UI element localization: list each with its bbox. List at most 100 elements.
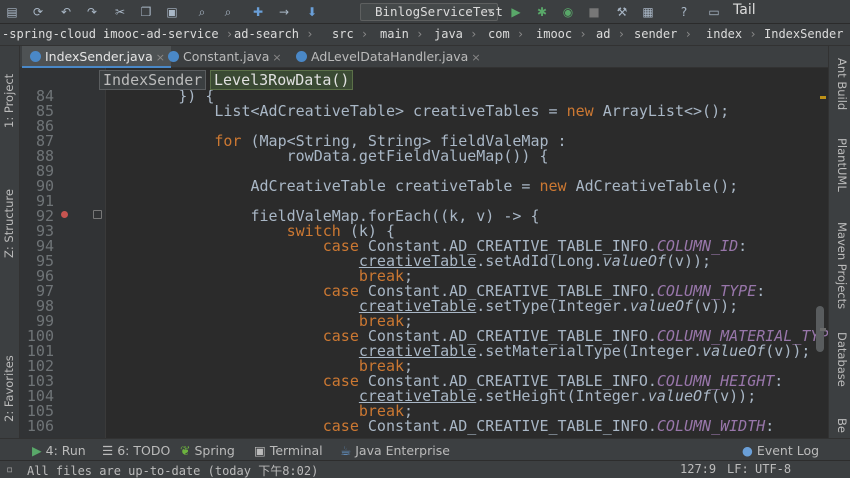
line-separator[interactable]: LF: [727,462,749,476]
breadcrumb-item[interactable]: sender › [634,27,692,41]
fold-icon[interactable] [93,210,102,219]
redo-icon[interactable]: ↷ [84,4,100,20]
breadcrumb-item[interactable]: imooc-ad-service › [103,27,233,41]
code-token: case [322,417,359,435]
coverage-icon[interactable]: ◉ [560,4,576,20]
main-toolbar: ▤ ⟳ ↶ ↷ ✂ ❐ ▣ ⌕ ⌕ ✚ → ⬇ BinlogServiceTes… [0,0,850,24]
spring-tool-button[interactable]: ❦ Spring [180,443,235,458]
caret-position[interactable]: 127:9 [680,462,716,476]
maven-tool-tab[interactable]: Maven Projects [835,222,849,309]
line-number: 106 [26,417,54,435]
breakpoint-icon[interactable] [61,211,68,218]
database-tool-tab[interactable]: Database [835,332,849,387]
status-message: All files are up-to-date (today 下午8:02) [27,464,319,478]
breadcrumb-item[interactable]: ad › [596,27,625,41]
left-tool-strip: 1: Project Z: Structure 2: Favorites [0,46,20,438]
code-token: AdCreativeTable(); [566,177,739,195]
code-token: new [539,177,567,195]
code-token: : [756,282,766,300]
project-structure-icon[interactable]: ⚒ [614,4,630,20]
terminal-icon[interactable]: ▭ [706,4,722,20]
spring-icon: ❦ [180,443,191,458]
code-area[interactable]: }) { List<AdCreativeTable> creativeTable… [106,68,828,438]
breadcrumb-item[interactable]: ad-search › [234,27,314,41]
line-number-gutter[interactable]: 84 85 86 87 88 89 90 91 92 93 94 95 96 97 98 99 100 101 10… [20,68,106,438]
terminal-tool-button[interactable]: ▣ Terminal [254,443,323,458]
structure-crumb-class[interactable]: IndexSender [99,70,207,90]
forward-icon[interactable]: → [276,4,292,20]
back-icon[interactable]: ✚ [250,4,266,20]
plantuml-tool-tab[interactable]: PlantUML [835,138,849,192]
replace-icon[interactable]: ⌕ [220,4,236,20]
cut-icon[interactable]: ✂ [112,4,128,20]
editor-tabs: IndexSender.java × Constant.java × AdLevel… [20,46,828,68]
undo-icon[interactable]: ↶ [58,4,74,20]
breadcrumb-item[interactable]: com › [488,27,524,41]
tab-adleveldatahandler[interactable]: AdLevelDataHandler.java × [288,46,487,68]
tab-constant[interactable]: Constant.java × [160,46,288,68]
bean-tool-tab[interactable]: Be [835,418,849,433]
save-icon[interactable]: ▤ [4,4,20,20]
breadcrumb-item[interactable]: IndexSender [764,27,843,41]
close-icon[interactable]: × [471,51,480,64]
file-encoding[interactable]: UTF-8 [755,462,791,476]
code-token: AdCreativeTable creativeTable = [106,177,540,195]
breadcrumb-item[interactable]: index › [706,27,757,41]
breadcrumb-item[interactable]: java › [434,27,477,41]
terminal-icon: ▣ [254,443,266,458]
event-log-icon: ● [742,443,753,458]
code-token: new [566,102,594,120]
breadcrumb: -spring-cloud › imooc-ad-service › ad-se… [0,24,850,46]
structure-tool-tab[interactable]: Z: Structure [2,189,16,258]
favorites-tool-tab[interactable]: 2: Favorites [2,355,16,422]
code-token: rowData.getFieldValueMap()) { [106,147,549,165]
find-icon[interactable]: ⌕ [194,4,210,20]
close-icon[interactable]: × [272,51,281,64]
event-log-tool-button[interactable]: ● Event Log [742,443,819,458]
code-editor[interactable]: 84 85 86 87 88 89 90 91 92 93 94 95 96 97 98 99 100 101 10… [20,68,828,438]
sync-icon[interactable]: ⟳ [30,4,46,20]
line-marker[interactable] [820,328,826,331]
run-tool-button[interactable]: ▶ 4: Run [32,443,86,458]
run-configuration-select[interactable]: BinlogServiceTest ▼ [360,3,503,21]
java-class-icon [296,51,307,62]
stop-icon[interactable]: ■ [586,4,602,20]
todo-tool-button[interactable]: ☰ 6: TODO [102,443,170,458]
warning-marker[interactable] [820,96,826,99]
code-token: valueOf [629,297,694,315]
code-token: Constant.AD_CREATIVE_TABLE_INFO. [358,417,657,435]
code-token: List<AdCreativeTable> creativeTables = [106,102,567,120]
code-token: .setType(Integer. [476,297,630,315]
ant-build-tool-tab[interactable]: Ant Build [835,58,849,110]
debug-icon[interactable]: ✱ [534,4,550,20]
sdk-icon[interactable]: ▦ [640,4,656,20]
build-icon[interactable]: ⬇ [304,4,320,20]
code-token: (v)); [693,297,739,315]
status-toggle-icon[interactable]: ▫ [6,462,13,476]
breadcrumb-item[interactable]: -spring-cloud › [2,27,110,41]
code-token: valueOf [647,387,712,405]
copy-icon[interactable]: ❐ [138,4,154,20]
paste-icon[interactable]: ▣ [164,4,180,20]
breadcrumb-item[interactable]: imooc › [536,27,587,41]
run-icon[interactable]: ▶ [508,4,524,20]
chevron-down-icon: ▼ [487,7,493,17]
status-bar: ▫ All files are up-to-date (today 下午8:02… [0,460,850,478]
project-tool-tab[interactable]: 1: Project [2,74,16,128]
tool-window-bar: ▶ 4: Run ☰ 6: TODO ❦ Spring ▣ Terminal ☕ Java… [0,438,850,460]
java-enterprise-tool-button[interactable]: ☕ Java Enterprise [340,443,450,458]
breadcrumb-item[interactable]: src › [332,27,368,41]
help-icon[interactable]: ? [676,4,692,20]
code-line[interactable]: List<AdCreativeTable> creativeTables = n… [106,102,729,120]
java-enterprise-icon: ☕ [340,443,352,458]
tab-indexsender[interactable]: IndexSender.java × [22,46,171,68]
code-line[interactable]: rowData.getFieldValueMap()) { [106,147,549,165]
structure-crumb-method[interactable]: Level3RowData() [210,70,354,90]
code-line[interactable]: case Constant.AD_CREATIVE_TABLE_INFO.COL… [106,417,775,435]
breadcrumb-item[interactable]: main › [380,27,423,41]
code-line[interactable]: AdCreativeTable creativeTable = new AdCr… [106,177,738,195]
code-token: valueOf [602,252,666,270]
todo-icon: ☰ [102,443,114,458]
tail-label[interactable]: Tail [733,2,756,18]
